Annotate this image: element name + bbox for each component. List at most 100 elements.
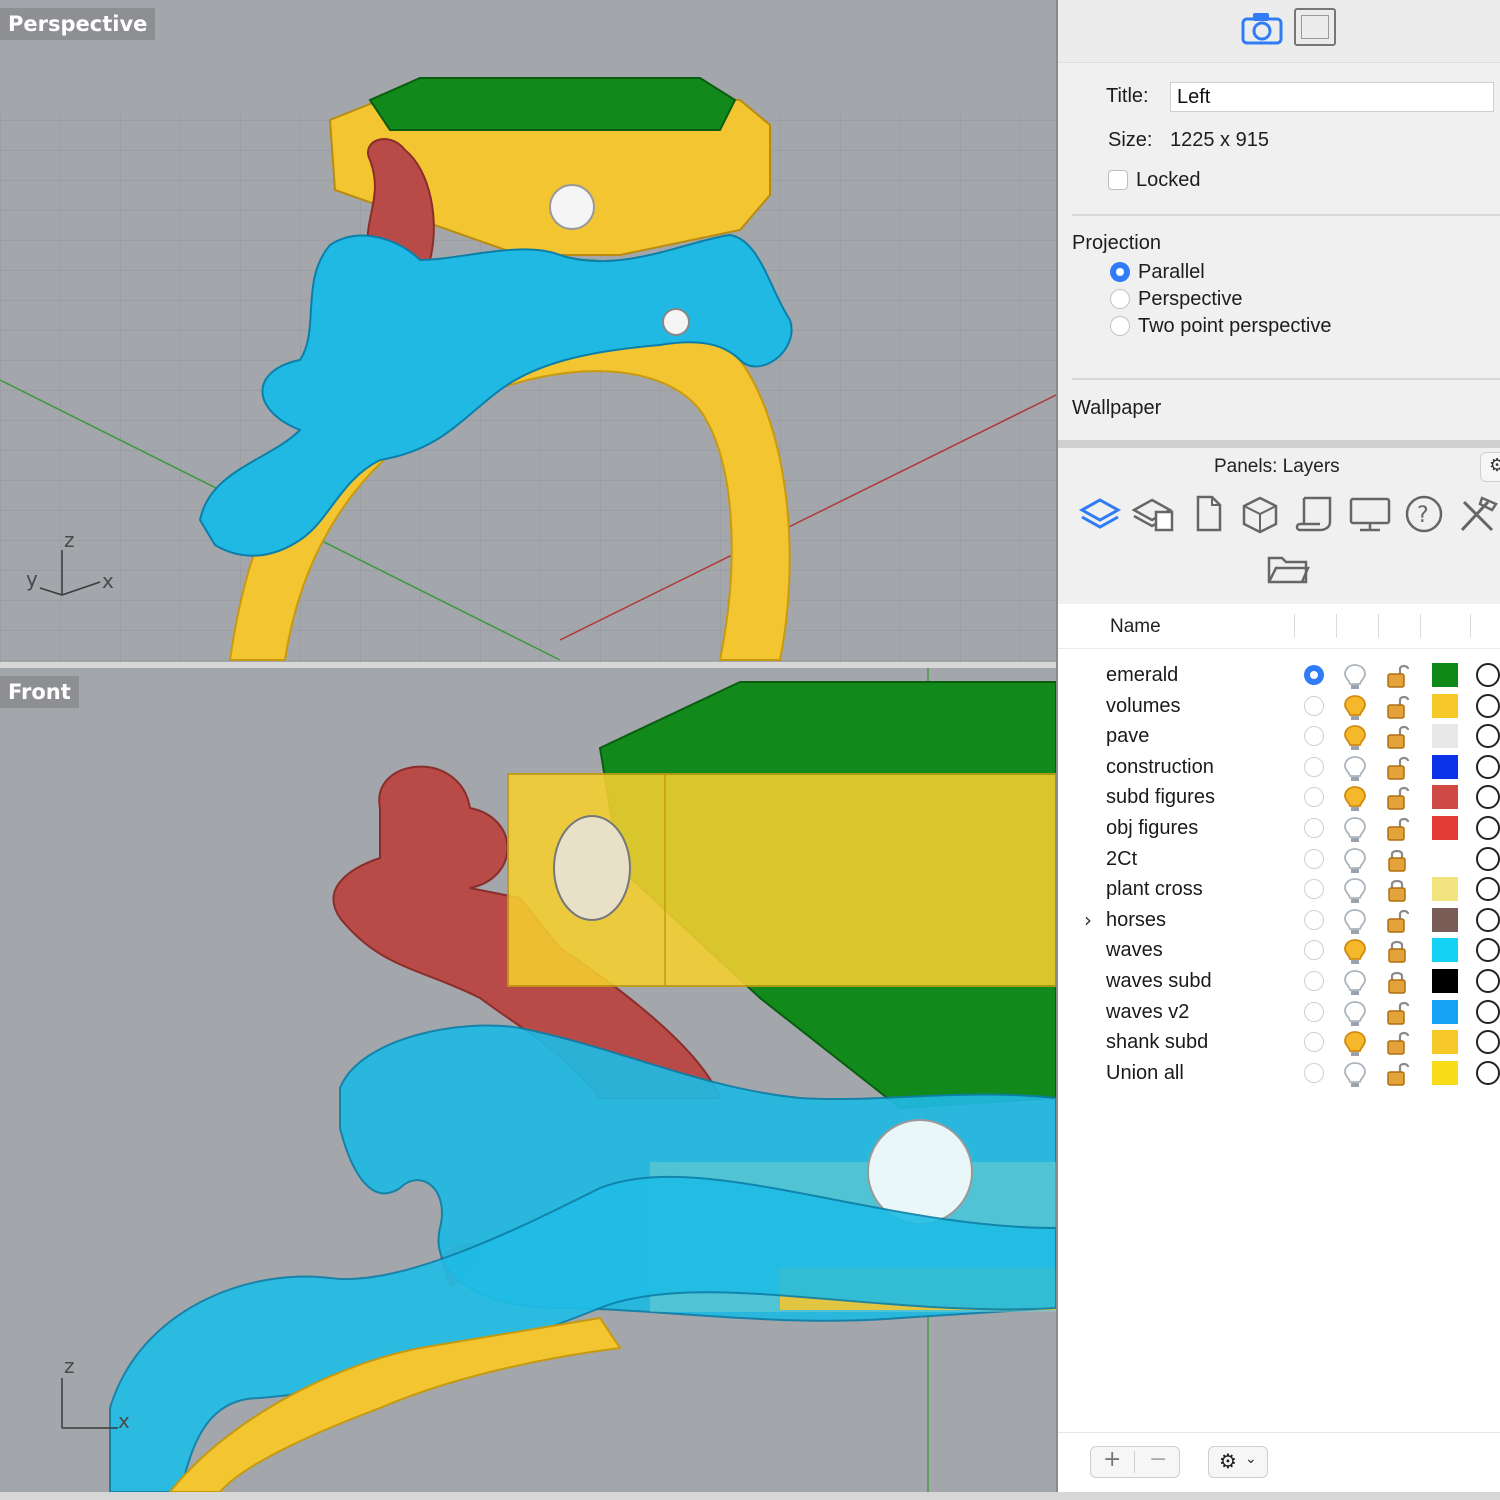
layer-color-swatch[interactable] bbox=[1432, 938, 1458, 962]
lock-closed-icon[interactable] bbox=[1384, 846, 1410, 874]
lightbulb-off-icon[interactable] bbox=[1342, 968, 1368, 996]
layers-panel-options-button[interactable]: ⚙ bbox=[1480, 452, 1500, 482]
layer-material-icon[interactable] bbox=[1476, 908, 1500, 932]
front-viewport[interactable]: z x Front bbox=[0, 668, 1056, 1492]
layer-name[interactable]: waves subd bbox=[1106, 969, 1212, 993]
current-layer-radio[interactable] bbox=[1304, 849, 1324, 869]
layer-name[interactable]: emerald bbox=[1106, 663, 1178, 687]
current-layer-radio[interactable] bbox=[1304, 971, 1324, 991]
lock-open-icon[interactable] bbox=[1384, 754, 1410, 782]
layer-name[interactable]: plant cross bbox=[1106, 877, 1203, 901]
locked-checkbox[interactable] bbox=[1108, 170, 1128, 190]
panels-divider[interactable] bbox=[1058, 440, 1500, 448]
current-layer-radio[interactable] bbox=[1304, 696, 1324, 716]
front-viewport-title[interactable]: Front bbox=[0, 676, 79, 708]
layers-tab-icon[interactable] bbox=[1078, 494, 1122, 534]
layer-color-swatch[interactable] bbox=[1432, 785, 1458, 809]
layer-name[interactable]: subd figures bbox=[1106, 785, 1215, 809]
viewport-frame-icon[interactable] bbox=[1294, 8, 1336, 46]
lock-open-icon[interactable] bbox=[1384, 907, 1410, 935]
display-tab-icon[interactable] bbox=[1348, 494, 1392, 534]
scroll-tab-icon[interactable] bbox=[1294, 494, 1334, 534]
layer-color-swatch[interactable] bbox=[1432, 1061, 1458, 1085]
projection-two-point-radio[interactable] bbox=[1110, 316, 1130, 336]
layer-name[interactable]: shank subd bbox=[1106, 1030, 1208, 1054]
perspective-viewport-title[interactable]: Perspective bbox=[0, 8, 156, 40]
title-input[interactable]: Left bbox=[1170, 82, 1494, 112]
layer-name[interactable]: 2Ct bbox=[1106, 847, 1137, 871]
lock-open-icon[interactable] bbox=[1384, 784, 1410, 812]
current-layer-radio[interactable] bbox=[1304, 879, 1324, 899]
layer-material-icon[interactable] bbox=[1476, 724, 1500, 748]
layer-name[interactable]: waves bbox=[1106, 938, 1163, 962]
tools-tab-icon[interactable] bbox=[1456, 494, 1500, 534]
help-tab-icon[interactable]: ? bbox=[1404, 494, 1444, 534]
expand-chevron-icon[interactable]: › bbox=[1084, 908, 1092, 932]
add-layer-button[interactable]: + − bbox=[1090, 1446, 1180, 1478]
projection-perspective-radio[interactable] bbox=[1110, 289, 1130, 309]
lock-open-icon[interactable] bbox=[1384, 662, 1410, 690]
layer-color-swatch[interactable] bbox=[1432, 1000, 1458, 1024]
document-tab-icon[interactable] bbox=[1194, 494, 1224, 534]
lightbulb-off-icon[interactable] bbox=[1342, 754, 1368, 782]
current-layer-radio[interactable] bbox=[1304, 726, 1324, 746]
layer-color-swatch[interactable] bbox=[1432, 694, 1458, 718]
name-column-header[interactable]: Name bbox=[1110, 616, 1161, 638]
lock-open-icon[interactable] bbox=[1384, 815, 1410, 843]
current-layer-radio[interactable] bbox=[1304, 940, 1324, 960]
lightbulb-off-icon[interactable] bbox=[1342, 846, 1368, 874]
current-layer-radio[interactable] bbox=[1304, 1063, 1324, 1083]
lock-open-icon[interactable] bbox=[1384, 723, 1410, 751]
cube-tab-icon[interactable] bbox=[1240, 494, 1280, 534]
layer-name[interactable]: horses bbox=[1106, 908, 1166, 932]
lightbulb-on-icon[interactable] bbox=[1342, 784, 1368, 812]
lightbulb-off-icon[interactable] bbox=[1342, 662, 1368, 690]
lock-closed-icon[interactable] bbox=[1384, 876, 1410, 904]
layer-color-swatch[interactable] bbox=[1432, 755, 1458, 779]
lock-open-icon[interactable] bbox=[1384, 1029, 1410, 1057]
lightbulb-off-icon[interactable] bbox=[1342, 876, 1368, 904]
lightbulb-off-icon[interactable] bbox=[1342, 815, 1368, 843]
layer-color-swatch[interactable] bbox=[1432, 816, 1458, 840]
current-layer-radio[interactable] bbox=[1304, 1002, 1324, 1022]
lightbulb-on-icon[interactable] bbox=[1342, 1029, 1368, 1057]
lock-open-icon[interactable] bbox=[1384, 1060, 1410, 1088]
layer-color-swatch[interactable] bbox=[1432, 877, 1458, 901]
layer-material-icon[interactable] bbox=[1476, 847, 1500, 871]
lock-closed-icon[interactable] bbox=[1384, 937, 1410, 965]
layer-material-icon[interactable] bbox=[1476, 694, 1500, 718]
layer-color-swatch[interactable] bbox=[1432, 847, 1458, 871]
lightbulb-on-icon[interactable] bbox=[1342, 937, 1368, 965]
layer-material-icon[interactable] bbox=[1476, 877, 1500, 901]
current-layer-radio[interactable] bbox=[1304, 818, 1324, 838]
layer-material-icon[interactable] bbox=[1476, 1030, 1500, 1054]
layer-material-icon[interactable] bbox=[1476, 969, 1500, 993]
layer-material-icon[interactable] bbox=[1476, 755, 1500, 779]
lightbulb-on-icon[interactable] bbox=[1342, 723, 1368, 751]
folder-tab-icon[interactable] bbox=[1266, 550, 1310, 586]
lightbulb-on-icon[interactable] bbox=[1342, 693, 1368, 721]
lock-closed-icon[interactable] bbox=[1384, 968, 1410, 996]
layer-material-icon[interactable] bbox=[1476, 663, 1500, 687]
camera-icon[interactable] bbox=[1240, 10, 1284, 46]
current-layer-radio[interactable] bbox=[1304, 665, 1324, 685]
current-layer-radio[interactable] bbox=[1304, 910, 1324, 930]
layer-color-swatch[interactable] bbox=[1432, 1030, 1458, 1054]
lightbulb-off-icon[interactable] bbox=[1342, 999, 1368, 1027]
layer-material-icon[interactable] bbox=[1476, 1061, 1500, 1085]
current-layer-radio[interactable] bbox=[1304, 787, 1324, 807]
current-layer-radio[interactable] bbox=[1304, 757, 1324, 777]
layer-material-icon[interactable] bbox=[1476, 1000, 1500, 1024]
layer-name[interactable]: waves v2 bbox=[1106, 1000, 1189, 1024]
layer-name[interactable]: Union all bbox=[1106, 1061, 1184, 1085]
layer-name[interactable]: pave bbox=[1106, 724, 1149, 748]
lock-open-icon[interactable] bbox=[1384, 693, 1410, 721]
layer-color-swatch[interactable] bbox=[1432, 724, 1458, 748]
layer-color-swatch[interactable] bbox=[1432, 663, 1458, 687]
perspective-viewport[interactable]: z y x Perspective bbox=[0, 0, 1056, 662]
lock-open-icon[interactable] bbox=[1384, 999, 1410, 1027]
layer-color-swatch[interactable] bbox=[1432, 969, 1458, 993]
lightbulb-off-icon[interactable] bbox=[1342, 907, 1368, 935]
layers-gear-menu-button[interactable]: ⚙ ⌄ bbox=[1208, 1446, 1268, 1478]
layer-material-icon[interactable] bbox=[1476, 816, 1500, 840]
